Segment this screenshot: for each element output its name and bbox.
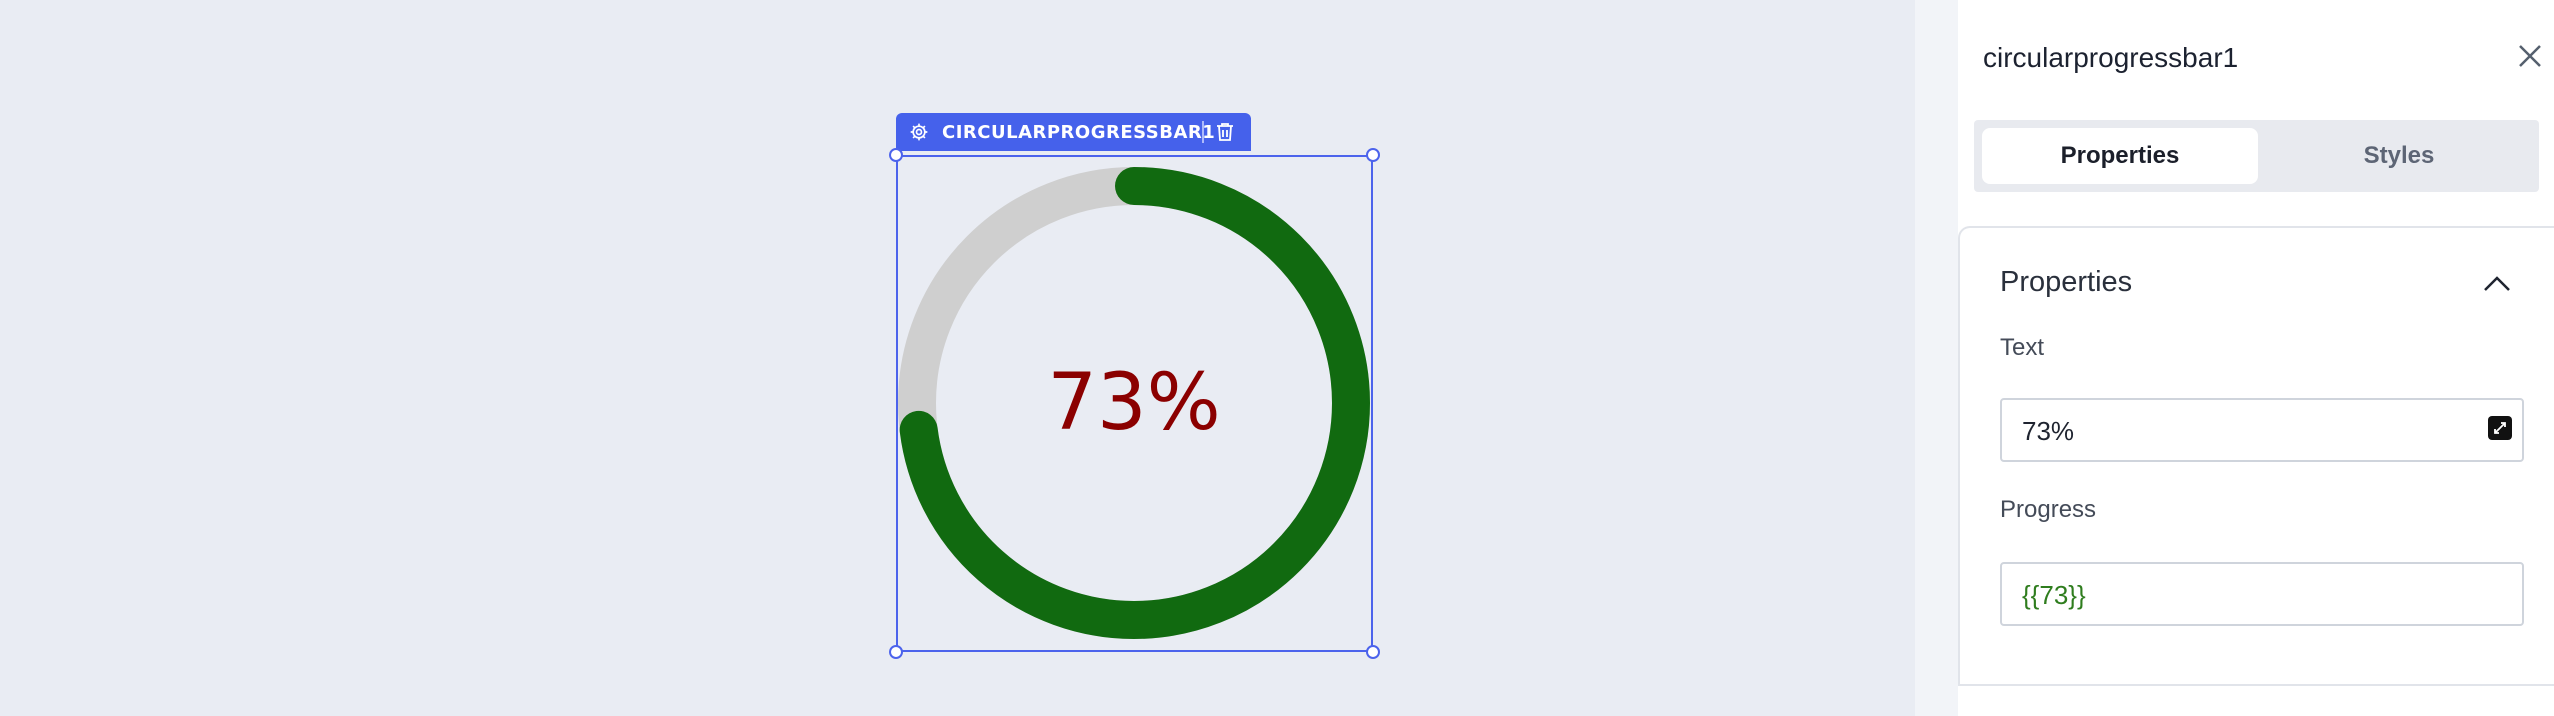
tab-properties[interactable]: Properties	[1982, 128, 2258, 184]
trash-icon[interactable]	[1214, 121, 1236, 143]
pane-tabs: Properties Styles	[1974, 120, 2539, 192]
progress-text: 73%	[1047, 358, 1220, 448]
close-icon[interactable]	[2514, 40, 2546, 72]
gear-icon[interactable]	[908, 121, 930, 143]
text-field-value[interactable]: 73%	[2022, 416, 2074, 447]
progress-field-label: Progress	[2000, 496, 2097, 523]
chevron-up-icon[interactable]	[2480, 268, 2514, 302]
circular-progress-bar[interactable]: 73%	[897, 156, 1372, 651]
properties-section: Properties Text 73% Progress {{73}}	[1958, 226, 2554, 686]
widget-name-label[interactable]: CIRCULARPROGRESSBAR1	[942, 122, 1215, 143]
progress-field[interactable]: {{73}}	[2000, 562, 2524, 626]
text-field-label: Text	[2000, 334, 2045, 361]
widget-toolbar[interactable]: CIRCULARPROGRESSBAR1	[896, 113, 1251, 151]
property-pane: circularprogressbar1 Properties Styles P…	[1958, 0, 2554, 716]
toolbar-divider	[1202, 121, 1204, 143]
section-title[interactable]: Properties	[2000, 266, 2132, 299]
tab-styles[interactable]: Styles	[2264, 128, 2534, 184]
panel-gutter	[1915, 0, 1958, 716]
progress-field-value[interactable]: {{73}}	[2022, 580, 2086, 611]
text-field[interactable]: 73%	[2000, 398, 2524, 462]
panel-title[interactable]: circularprogressbar1	[1983, 42, 2238, 74]
expand-icon[interactable]	[2488, 416, 2512, 440]
editor-canvas[interactable]: CIRCULARPROGRESSBAR1 73%	[0, 0, 1915, 716]
